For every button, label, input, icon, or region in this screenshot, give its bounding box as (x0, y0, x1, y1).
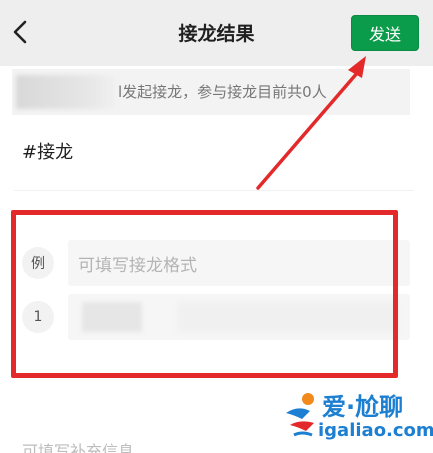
divider (14, 190, 414, 191)
initiator-text: l发起接龙，参与接龙目前共0人 (118, 83, 327, 101)
topic-tag[interactable]: #接龙 (22, 138, 73, 164)
watermark-site-text: igaliao.com (318, 420, 433, 441)
highlight-box (11, 210, 398, 378)
send-button[interactable]: 发送 (351, 15, 419, 51)
top-bar: 接龙结果 发送 (0, 0, 433, 66)
supplementary-info-placeholder[interactable]: 可填写补充信息 (22, 438, 134, 453)
runner-logo-icon (286, 393, 314, 437)
watermark-logo: 爱·尬聊 igaliao.com (280, 385, 433, 447)
watermark-cn-text: 爱·尬聊 (322, 393, 404, 421)
initiator-bar: l发起接龙，参与接龙目前共0人 (12, 69, 410, 115)
blurred-avatar-name (16, 75, 116, 109)
